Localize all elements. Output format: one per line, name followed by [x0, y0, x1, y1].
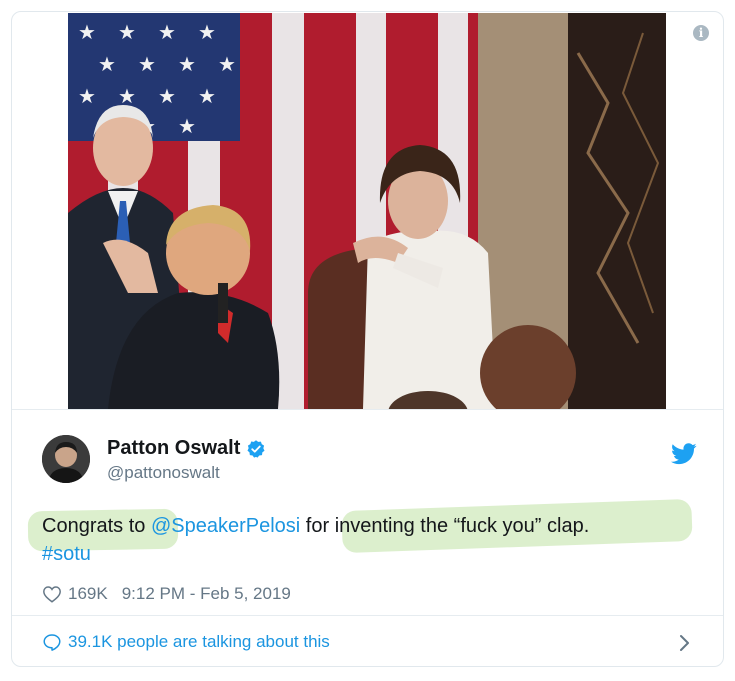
hashtag-link[interactable]: #sotu [42, 543, 91, 565]
timestamp-link[interactable]: 9:12 PM - Feb 5, 2019 [122, 584, 291, 604]
author-handle[interactable]: @pattonoswalt [107, 463, 220, 483]
svg-text:★: ★ [198, 84, 216, 108]
svg-text:★: ★ [118, 20, 136, 44]
svg-text:★: ★ [78, 84, 96, 108]
svg-text:★: ★ [198, 20, 216, 44]
svg-text:★: ★ [78, 20, 96, 44]
tweet-meta: 169K 9:12 PM - Feb 5, 2019 [42, 584, 291, 604]
tweet-text-suffix: for inventing the “fuck you” clap. [300, 515, 590, 537]
like-count[interactable]: 169K [68, 584, 108, 604]
mention-link[interactable]: @SpeakerPelosi [151, 515, 300, 537]
svg-text:★: ★ [118, 84, 136, 108]
info-icon[interactable]: i [693, 25, 709, 41]
tweet-text-prefix: Congrats to [42, 515, 151, 537]
svg-text:★: ★ [158, 84, 176, 108]
twitter-bird-icon[interactable] [671, 443, 697, 465]
tweet-photo[interactable]: ★★★★ ★★★★ ★★★★ ★★★ [68, 13, 666, 409]
verified-badge-icon [247, 439, 265, 458]
svg-text:★: ★ [178, 114, 196, 138]
conversation-link[interactable]: 39.1K people are talking about this [42, 632, 330, 652]
tweet-embed-card[interactable]: ★★★★ ★★★★ ★★★★ ★★★ [11, 11, 724, 667]
author-name[interactable]: Patton Oswalt [107, 437, 240, 460]
chevron-right-icon[interactable] [679, 634, 691, 652]
svg-text:★: ★ [218, 52, 236, 76]
tweet-text: Congrats to @SpeakerPelosi for inventing… [42, 512, 712, 568]
author-name-row[interactable]: Patton Oswalt [107, 437, 266, 460]
talking-count-text[interactable]: 39.1K people are talking about this [68, 632, 330, 652]
reply-bubble-icon [43, 634, 61, 651]
divider [12, 615, 723, 616]
svg-text:★: ★ [98, 52, 116, 76]
svg-text:★: ★ [138, 52, 156, 76]
svg-text:★: ★ [158, 20, 176, 44]
avatar[interactable] [42, 435, 90, 483]
divider [12, 409, 723, 410]
heart-icon[interactable] [42, 585, 62, 603]
svg-text:★: ★ [178, 52, 196, 76]
